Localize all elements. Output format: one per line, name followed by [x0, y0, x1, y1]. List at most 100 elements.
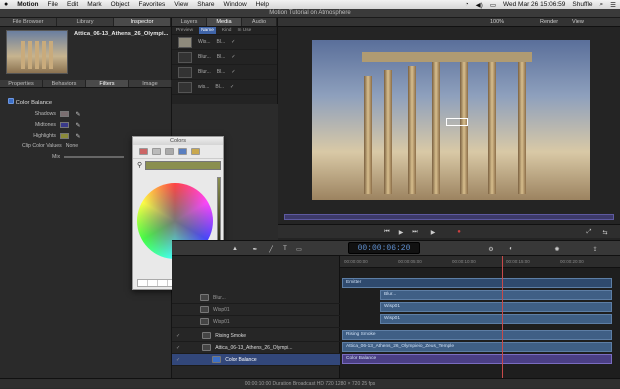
col-in-use[interactable]: In Use: [237, 27, 251, 34]
play-icon[interactable]: ▶: [396, 228, 406, 236]
track-bar[interactable]: Color Balance: [342, 354, 612, 364]
color-wheel-tab-icon[interactable]: [139, 148, 148, 155]
menu-file[interactable]: File: [48, 1, 58, 8]
col-kind[interactable]: Kind: [222, 27, 232, 34]
check-icon[interactable]: ✓: [176, 357, 180, 363]
line-tool-icon[interactable]: ╱: [266, 245, 276, 253]
checkbox-icon[interactable]: [8, 98, 14, 104]
record-icon[interactable]: ●: [454, 228, 464, 236]
track-bar[interactable]: Wisp01: [380, 302, 612, 312]
clock[interactable]: Wed Mar 26 15:06:59: [503, 1, 565, 8]
filters-icon[interactable]: ◐: [506, 245, 516, 253]
menu-favorites[interactable]: Favorites: [138, 1, 165, 8]
track-bar[interactable]: Wisp01: [380, 314, 612, 324]
list-icon[interactable]: ☰: [610, 1, 616, 9]
menu-share[interactable]: Share: [197, 1, 214, 8]
menu-app-name[interactable]: Motion: [17, 1, 38, 8]
eyedropper-icon[interactable]: ✎: [73, 121, 83, 129]
tab-behaviors[interactable]: Behaviors: [43, 80, 86, 87]
text-tool-icon[interactable]: T: [280, 245, 290, 253]
mask-tool-icon[interactable]: ▭: [294, 245, 304, 253]
go-to-end-icon[interactable]: ⏭: [410, 228, 420, 236]
timeline-layer-row[interactable]: Blur...: [172, 292, 340, 304]
share-icon[interactable]: ⇪: [590, 245, 600, 253]
check-icon: ✓: [231, 69, 236, 75]
media-name: Blur...: [198, 69, 211, 75]
highlights-swatch[interactable]: [60, 133, 69, 139]
media-thumbnail: [178, 81, 192, 93]
zoom-popup[interactable]: 100%: [490, 19, 504, 25]
play-range-icon[interactable]: ▶: [428, 228, 438, 236]
menu-mark[interactable]: Mark: [87, 1, 101, 8]
track-bar[interactable]: Rising Smoke: [342, 330, 612, 340]
wifi-icon[interactable]: ◔: [465, 1, 469, 8]
timeline-layer-row[interactable]: Wisp01: [172, 316, 340, 328]
filter-header[interactable]: Color Balance: [8, 98, 52, 106]
transform-handles[interactable]: [446, 118, 468, 126]
eyedropper-icon[interactable]: ✎: [73, 110, 83, 118]
view-popup[interactable]: View: [572, 19, 584, 25]
media-row[interactable]: wis... Bl... ✓: [172, 80, 277, 95]
canvas-image[interactable]: [312, 40, 590, 200]
col-name[interactable]: Name: [199, 27, 216, 34]
clip-values-popup[interactable]: None: [66, 143, 78, 149]
tab-inspector[interactable]: Inspector: [114, 18, 171, 26]
loop-icon[interactable]: ⇆: [600, 228, 610, 236]
check-icon[interactable]: ✓: [176, 333, 180, 339]
media-kind: Bl...: [215, 84, 225, 90]
menu-object[interactable]: Object: [111, 1, 130, 8]
tab-properties[interactable]: Properties: [0, 80, 43, 87]
tab-filters[interactable]: Filters: [86, 80, 129, 87]
timeline-layer-row[interactable]: ✓ Attica_06-13_Athens_26_Olympi...: [172, 342, 340, 354]
go-to-start-icon[interactable]: ⏮: [382, 228, 392, 236]
check-icon[interactable]: ✓: [176, 345, 180, 351]
behaviors-icon[interactable]: ⚙: [486, 245, 496, 253]
shadows-swatch[interactable]: [60, 111, 69, 117]
sliders-tab-icon[interactable]: [152, 148, 161, 155]
timecode-display[interactable]: 00:00:06:20: [348, 242, 420, 254]
generators-icon[interactable]: ✺: [552, 245, 562, 253]
midtones-swatch[interactable]: [60, 122, 69, 128]
tab-image[interactable]: Image: [129, 80, 172, 87]
eyedropper-icon[interactable]: ✎: [73, 132, 83, 140]
apple-icon[interactable]: ●: [4, 1, 8, 8]
crayons-tab-icon[interactable]: [191, 148, 200, 155]
volume-icon[interactable]: ◀): [476, 1, 483, 9]
tab-file-browser[interactable]: File Browser: [0, 18, 57, 26]
timeline-layer-row[interactable]: ✓ Rising Smoke: [172, 330, 340, 342]
palette-tab-icon[interactable]: [165, 148, 174, 155]
ruler-label: 00:00:05:00: [398, 259, 422, 264]
image-palette-tab-icon[interactable]: [178, 148, 187, 155]
timeline-ruler[interactable]: 00:00:00:00 00:00:05:00 00:00:10:00 00:0…: [340, 256, 620, 268]
mix-slider[interactable]: [64, 156, 125, 158]
current-color-swatch[interactable]: [145, 161, 221, 170]
tab-audio[interactable]: Audio: [242, 18, 277, 26]
tab-library[interactable]: Library: [57, 18, 114, 26]
timeline-layer-row[interactable]: ✓ Color Balance: [172, 354, 340, 366]
tab-media[interactable]: Media: [207, 18, 242, 26]
fullscreen-icon[interactable]: ⤢: [584, 228, 594, 236]
track-bar[interactable]: Blur...: [380, 290, 612, 300]
media-row[interactable]: Wis... Bl... ✓: [172, 35, 277, 50]
media-row[interactable]: Blur... Bl... ✓: [172, 65, 277, 80]
media-row[interactable]: Blur... Bl... ✓: [172, 50, 277, 65]
playhead[interactable]: [502, 256, 503, 378]
track-bar[interactable]: Emitter: [342, 278, 612, 288]
clip-values-label: Clip Color Values: [22, 143, 62, 149]
magnifier-icon[interactable]: ⚲: [137, 161, 142, 169]
select-tool-icon[interactable]: ▲: [230, 245, 240, 253]
menu-view[interactable]: View: [174, 1, 188, 8]
mini-timeline[interactable]: [284, 214, 614, 220]
menu-window[interactable]: Window: [224, 1, 247, 8]
user-menu[interactable]: Shuffle: [572, 1, 592, 8]
menu-edit[interactable]: Edit: [67, 1, 78, 8]
track-bar[interactable]: Attica_06-13_Athens_26_Olympieio_Zeus_Te…: [342, 342, 612, 352]
col-preview[interactable]: Preview: [176, 27, 193, 34]
render-popup[interactable]: Render: [540, 19, 558, 25]
tab-layers[interactable]: Layers: [172, 18, 207, 26]
search-icon[interactable]: ⌕: [600, 1, 604, 9]
battery-icon[interactable]: ▭: [490, 1, 496, 9]
menu-help[interactable]: Help: [256, 1, 269, 8]
pen-tool-icon[interactable]: ✒: [250, 245, 260, 253]
timeline-layer-row[interactable]: Wisp01: [172, 304, 340, 316]
